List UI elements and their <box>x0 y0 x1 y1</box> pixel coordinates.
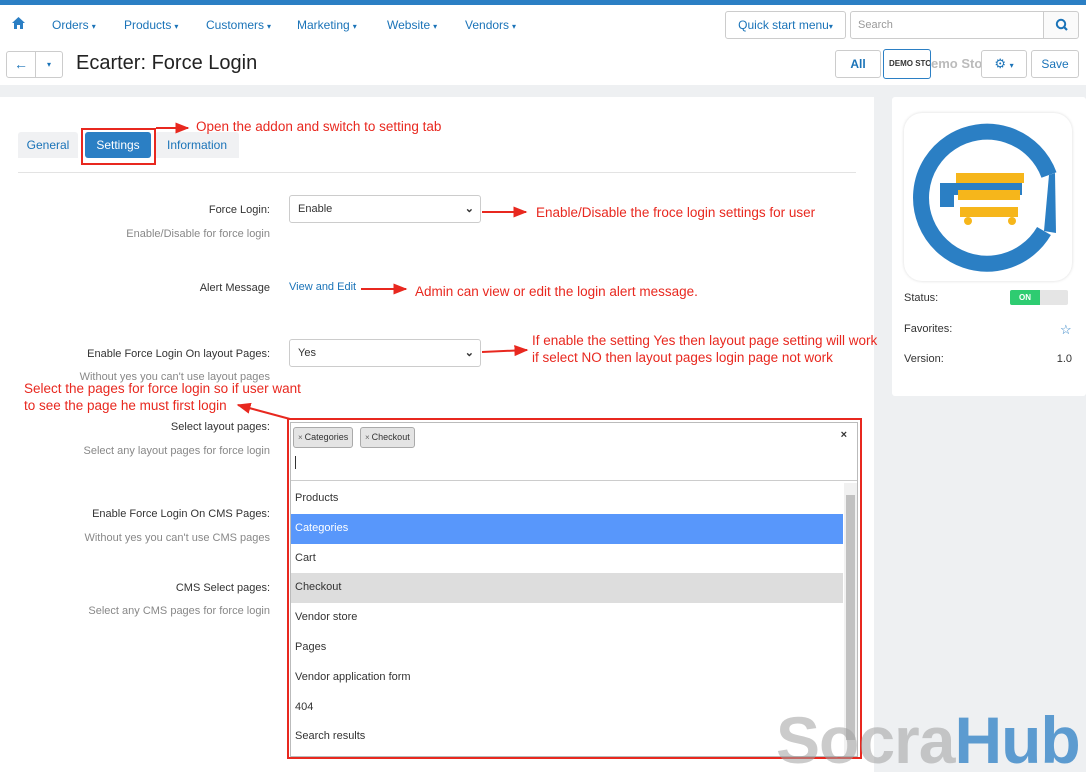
annotation-layout-1: If enable the setting Yes then layout pa… <box>532 333 878 348</box>
socrahub-watermark: SocraHub <box>776 703 1081 772</box>
annotation-pages-2: to see the page he must first login <box>24 398 227 413</box>
annotation-alert: Admin can view or edit the login alert m… <box>415 284 698 299</box>
annotation-tab: Open the addon and switch to setting tab <box>196 119 442 134</box>
annotation-force-login: Enable/Disable the froce login settings … <box>536 205 816 220</box>
annotation-layout-2: if select NO then layout pages login pag… <box>532 350 833 365</box>
annotation-pages-1: Select the pages for force login so if u… <box>24 381 301 396</box>
